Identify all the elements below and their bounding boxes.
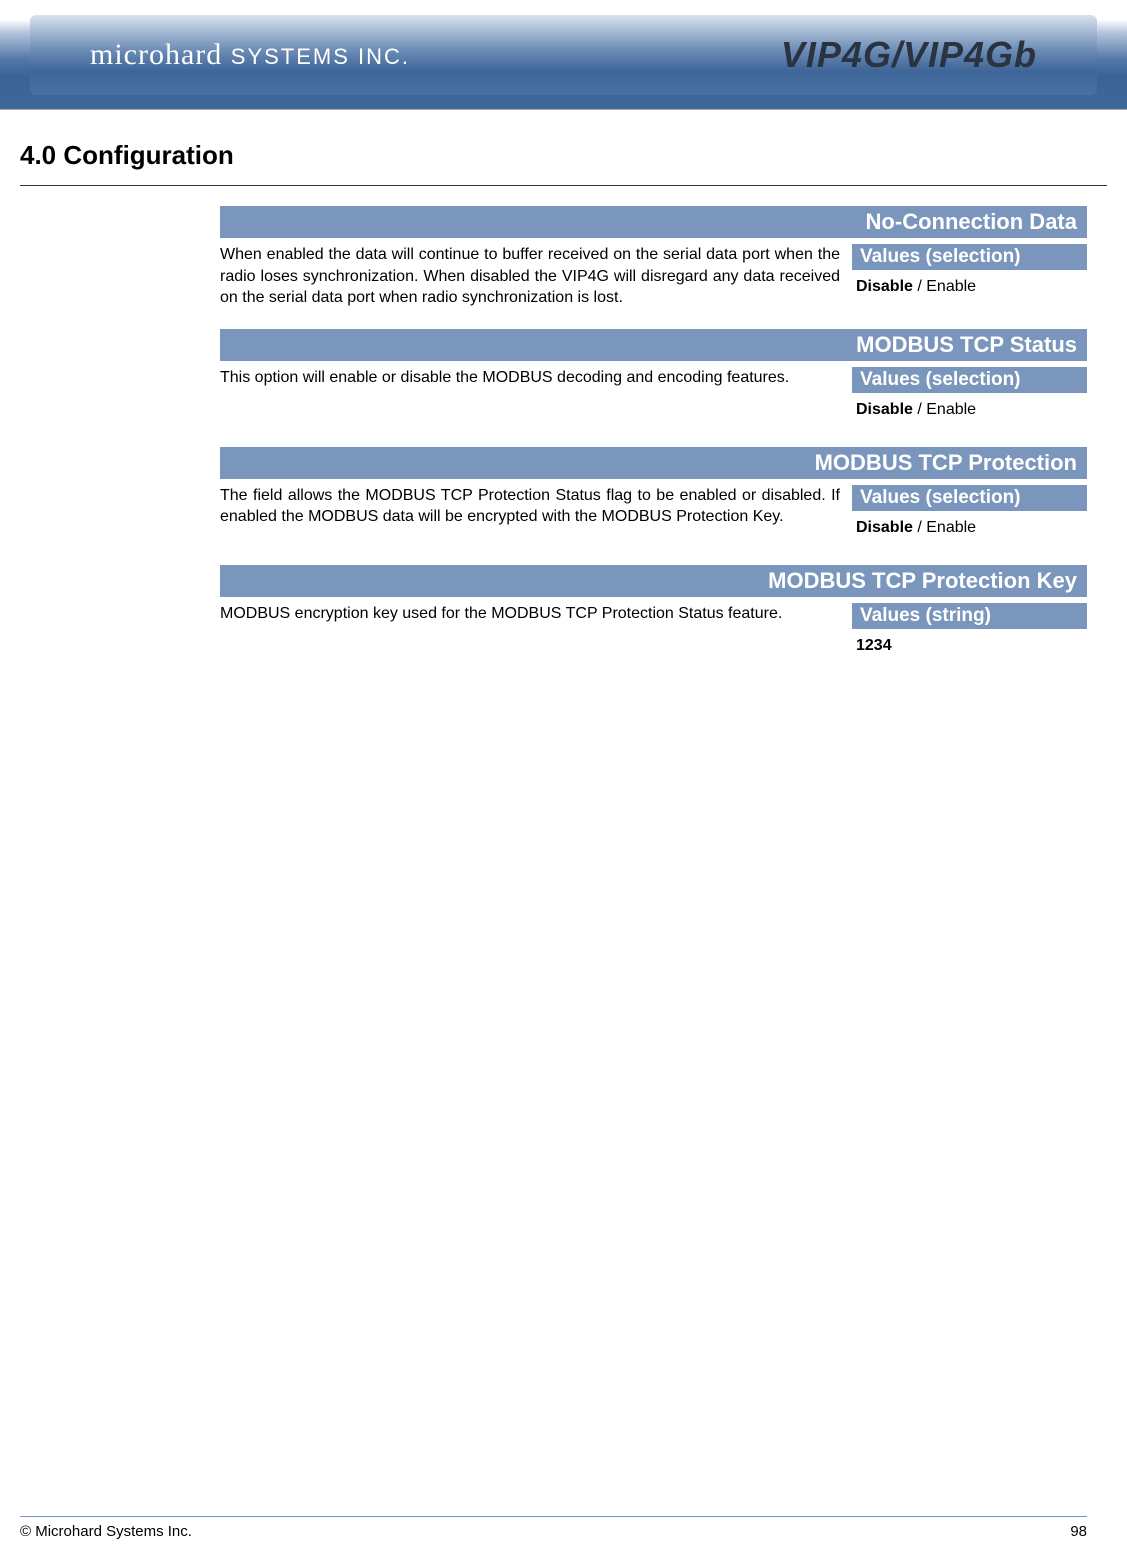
values-box: Values (string) 1234 xyxy=(852,603,1087,663)
section-modbus-tcp-protection-key: MODBUS TCP Protection Key MODBUS encrypt… xyxy=(220,565,1087,663)
values-box: Values (selection) Disable / Enable xyxy=(852,367,1087,427)
values-content: Disable / Enable xyxy=(852,511,1087,545)
footer-row: © Microhard Systems Inc. 98 xyxy=(20,1523,1087,1540)
copyright-text: © Microhard Systems Inc. xyxy=(20,1523,192,1540)
section-modbus-tcp-status: MODBUS TCP Status This option will enabl… xyxy=(220,329,1087,427)
section-header: MODBUS TCP Protection xyxy=(220,447,1087,479)
section-modbus-tcp-protection: MODBUS TCP Protection The field allows t… xyxy=(220,447,1087,545)
company-suffix: SYSTEMS INC. xyxy=(231,44,410,69)
section-description: The field allows the MODBUS TCP Protecti… xyxy=(220,485,840,545)
footer-separator xyxy=(20,1516,1087,1517)
section-no-connection-data: No-Connection Data When enabled the data… xyxy=(220,206,1087,309)
section-header: MODBUS TCP Protection Key xyxy=(220,565,1087,597)
values-header: Values (selection) xyxy=(852,485,1087,511)
values-content: Disable / Enable xyxy=(852,393,1087,427)
values-header: Values (selection) xyxy=(852,244,1087,270)
values-content: 1234 xyxy=(852,629,1087,663)
section-body: This option will enable or disable the M… xyxy=(220,367,1087,427)
values-header: Values (string) xyxy=(852,603,1087,629)
section-header: No-Connection Data xyxy=(220,206,1087,238)
product-logo: VIP4G/VIP4Gb xyxy=(781,34,1037,76)
page-number: 98 xyxy=(1070,1523,1087,1540)
section-body: The field allows the MODBUS TCP Protecti… xyxy=(220,485,1087,545)
value-alt: / Enable xyxy=(913,519,976,536)
value-alt: / Enable xyxy=(913,278,976,295)
content-area: No-Connection Data When enabled the data… xyxy=(220,206,1087,663)
value-default: Disable xyxy=(856,401,913,418)
value-default: Disable xyxy=(856,278,913,295)
company-logo: microhard SYSTEMS INC. xyxy=(90,38,410,72)
values-header: Values (selection) xyxy=(852,367,1087,393)
section-body: MODBUS encryption key used for the MODBU… xyxy=(220,603,1087,663)
values-box: Values (selection) Disable / Enable xyxy=(852,485,1087,545)
section-description: This option will enable or disable the M… xyxy=(220,367,840,427)
section-description: MODBUS encryption key used for the MODBU… xyxy=(220,603,840,663)
header-inner: microhard SYSTEMS INC. VIP4G/VIP4Gb xyxy=(30,15,1097,95)
values-box: Values (selection) Disable / Enable xyxy=(852,244,1087,309)
title-separator xyxy=(20,185,1107,186)
page-title: 4.0 Configuration xyxy=(0,110,1127,181)
footer: © Microhard Systems Inc. 98 xyxy=(20,1516,1087,1540)
header-banner: 10101010101 0101010101 01010101 microhar… xyxy=(0,0,1127,110)
values-content: Disable / Enable xyxy=(852,270,1087,304)
section-header: MODBUS TCP Status xyxy=(220,329,1087,361)
value-alt: / Enable xyxy=(913,401,976,418)
company-name: microhard xyxy=(90,38,222,71)
section-description: When enabled the data will continue to b… xyxy=(220,244,840,309)
value-default: Disable xyxy=(856,519,913,536)
value-default: 1234 xyxy=(856,637,892,654)
section-body: When enabled the data will continue to b… xyxy=(220,244,1087,309)
